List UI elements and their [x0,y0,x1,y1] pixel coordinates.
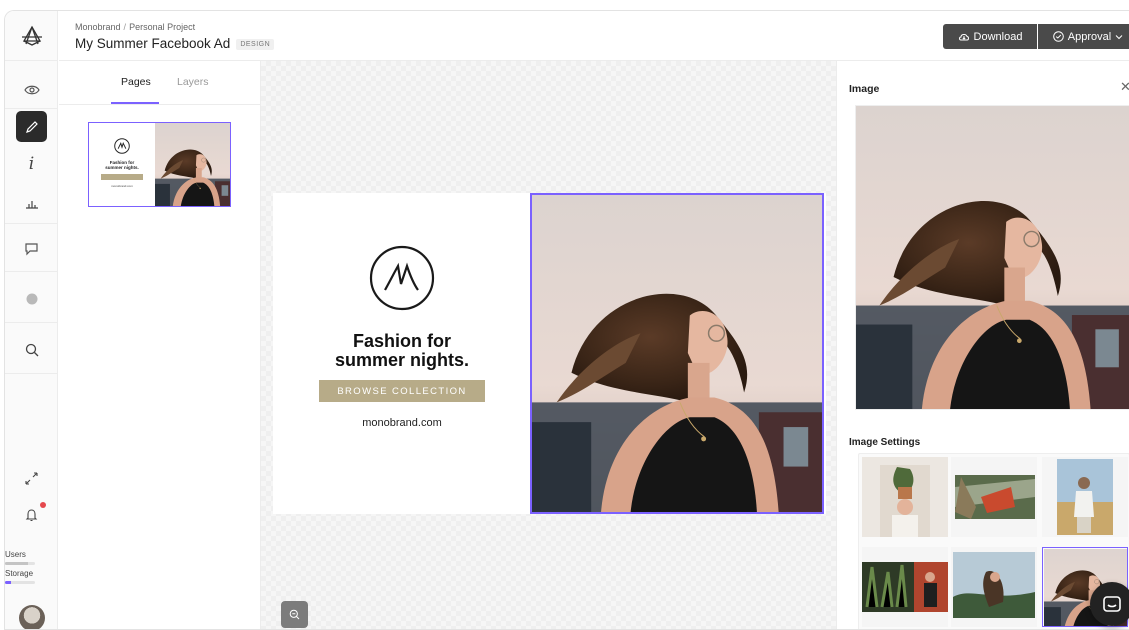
image-option-2[interactable] [951,457,1037,537]
breadcrumb-workspace[interactable]: Monobrand [75,22,121,32]
approval-button[interactable]: Approval [1038,24,1129,49]
close-icon[interactable]: ✕ [1120,79,1129,95]
chevron-down-icon [1115,34,1123,39]
users-usage-bar [5,562,35,565]
thumbnail-photo [153,123,230,206]
preview-photo [856,106,1129,409]
header: Monobrand / Personal Project My Summer Fac… [59,11,1129,61]
app-window: i Users Storage Monobrand / Personal Pro… [4,10,1129,630]
document-title[interactable]: My Summer Facebook Ad [75,36,230,51]
thumbnail-url: monobrand.com [111,184,133,188]
inspector-panel: Image ✕ Image Settings [836,61,1129,629]
check-circle-icon [1052,31,1064,42]
page-title: My Summer Facebook Ad DESIGN [75,36,275,51]
browse-collection-button[interactable]: BROWSE COLLECTION [319,380,485,402]
chat-icon [1103,596,1121,612]
thumbnail-headline: Fashion for summer nights. [105,160,139,170]
chat-launcher-button[interactable] [1090,582,1129,626]
breadcrumb: Monobrand / Personal Project [75,22,196,32]
notification-dot [40,502,46,508]
image-panel-title: Image [849,83,880,95]
approval-label: Approval [1067,30,1112,43]
pen-icon[interactable] [16,111,47,142]
storage-usage-bar [5,581,35,584]
image-option-3[interactable] [1042,457,1128,537]
download-button[interactable]: Download [943,24,1037,49]
zoom-icon [289,609,300,620]
tab-layers[interactable]: Layers [177,76,209,88]
circle-icon[interactable] [16,283,47,314]
ad-url[interactable]: monobrand.com [362,417,442,429]
comment-icon[interactable] [16,233,47,264]
active-tab-indicator [111,102,159,104]
avatar[interactable] [19,605,45,629]
chart-icon[interactable] [16,187,47,218]
status-badge: DESIGN [236,39,275,50]
image-preview[interactable] [855,105,1129,410]
thumbnail-text-side: Fashion for summer nights. monobrand.com [89,123,155,206]
tab-pages[interactable]: Pages [121,76,151,88]
zoom-button[interactable] [281,601,308,628]
image-option-1[interactable] [862,457,948,537]
cloud-download-icon [958,33,969,40]
panel-tabs: Pages Layers [59,61,261,105]
thumbnail-cta [101,174,143,180]
ad-text-side: Fashion for summer nights. BROWSE COLLEC… [273,193,531,514]
page-thumbnail[interactable]: Fashion for summer nights. monobrand.com [88,122,231,207]
image-option-5[interactable] [951,547,1037,627]
image-option-4[interactable] [862,547,948,627]
storage-label: Storage [5,569,34,578]
eye-icon[interactable] [16,74,47,105]
expand-icon[interactable] [16,463,47,494]
brand-logo-icon[interactable] [369,245,435,311]
tool-rail: i Users Storage [5,11,58,629]
info-icon[interactable]: i [16,148,47,179]
logo-icon [21,25,42,46]
ad-headline[interactable]: Fashion for summer nights. [335,332,469,370]
app-logo[interactable] [5,11,58,61]
pages-panel: Pages Layers Fashion for summer nights. … [59,61,261,629]
thumbnail-logo-icon [114,138,130,154]
download-label: Download [973,30,1023,43]
search-icon[interactable] [16,334,47,365]
image-grid [858,453,1129,629]
users-label: Users [5,550,26,559]
breadcrumb-project[interactable]: Personal Project [129,22,195,32]
ad-artboard[interactable]: Fashion for summer nights. BROWSE COLLEC… [273,193,826,514]
portrait-photo [532,195,822,512]
ad-photo[interactable] [530,193,824,514]
image-settings-title: Image Settings [849,437,921,448]
design-canvas[interactable]: Fashion for summer nights. BROWSE COLLEC… [261,61,836,629]
